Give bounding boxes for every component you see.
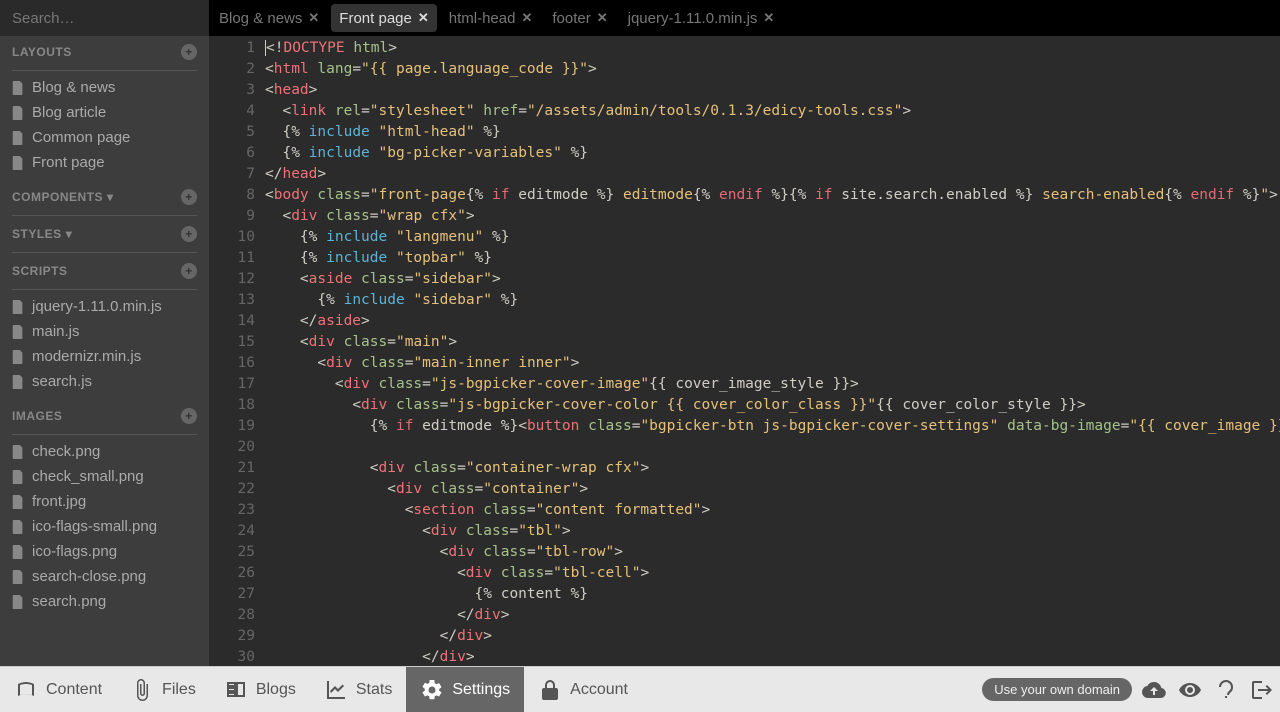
tab-close-icon[interactable]: ✕: [763, 10, 774, 26]
script-item[interactable]: jquery-1.11.0.min.js: [0, 294, 209, 319]
search-box: [0, 0, 209, 36]
tab-close-icon[interactable]: ✕: [597, 10, 608, 26]
tab-close-icon[interactable]: ✕: [521, 10, 532, 26]
image-item[interactable]: check_small.png: [0, 464, 209, 489]
section-layouts[interactable]: LAYOUTS +: [0, 36, 209, 64]
image-item[interactable]: ico-flags-small.png: [0, 514, 209, 539]
editor-tab[interactable]: Blog & news✕: [209, 0, 329, 36]
section-title: SCRIPTS: [12, 264, 68, 278]
tab-close-icon[interactable]: ✕: [308, 10, 319, 26]
script-item[interactable]: modernizr.min.js: [0, 344, 209, 369]
tabs: Blog & news✕Front page✕html-head✕footer✕…: [209, 0, 1280, 36]
nav-content[interactable]: Content: [0, 667, 116, 712]
code-editor[interactable]: <!DOCTYPE html> <html lang="{{ page.lang…: [265, 36, 1280, 666]
image-item[interactable]: search-close.png: [0, 564, 209, 589]
editor-tab[interactable]: jquery-1.11.0.min.js✕: [618, 0, 785, 36]
layout-item[interactable]: Common page: [0, 125, 209, 150]
image-item[interactable]: search.png: [0, 589, 209, 614]
image-item[interactable]: front.jpg: [0, 489, 209, 514]
nav-account[interactable]: Account: [524, 667, 642, 712]
editor-tab[interactable]: footer✕: [542, 0, 617, 36]
nav-stats[interactable]: Stats: [310, 667, 406, 712]
help-icon[interactable]: [1214, 678, 1238, 702]
cloud-upload-icon[interactable]: [1142, 678, 1166, 702]
nav-files[interactable]: Files: [116, 667, 210, 712]
section-title: IMAGES: [12, 409, 62, 423]
layout-item[interactable]: Front page: [0, 150, 209, 175]
section-title: LAYOUTS: [12, 45, 72, 59]
nav-settings[interactable]: Settings: [406, 667, 524, 712]
section-title: COMPONENTS: [12, 190, 103, 204]
editor-tab[interactable]: html-head✕: [439, 0, 543, 36]
gutter: 1234567891011121314151617181920212223242…: [209, 36, 265, 666]
image-item[interactable]: ico-flags.png: [0, 539, 209, 564]
script-item[interactable]: main.js: [0, 319, 209, 344]
domain-button[interactable]: Use your own domain: [982, 678, 1132, 701]
section-components[interactable]: COMPONENTS▾ +: [0, 181, 209, 209]
add-style-button[interactable]: +: [181, 226, 197, 242]
editor-tab[interactable]: Front page✕: [331, 4, 436, 32]
tab-close-icon[interactable]: ✕: [418, 10, 429, 26]
add-image-button[interactable]: +: [181, 408, 197, 424]
add-layout-button[interactable]: +: [181, 44, 197, 60]
section-title: STYLES: [12, 227, 62, 241]
nav-blogs[interactable]: Blogs: [210, 667, 310, 712]
layout-item[interactable]: Blog & news: [0, 75, 209, 100]
editor-area: Blog & news✕Front page✕html-head✕footer✕…: [209, 0, 1280, 666]
search-input[interactable]: [12, 10, 209, 27]
section-images[interactable]: IMAGES +: [0, 400, 209, 428]
sidebar: LAYOUTS + Blog & newsBlog articleCommon …: [0, 0, 209, 666]
section-scripts[interactable]: SCRIPTS +: [0, 255, 209, 283]
script-item[interactable]: search.js: [0, 369, 209, 394]
section-styles[interactable]: STYLES▾ +: [0, 218, 209, 246]
logout-icon[interactable]: [1250, 678, 1274, 702]
preview-icon[interactable]: [1178, 678, 1202, 702]
image-item[interactable]: check.png: [0, 439, 209, 464]
layout-item[interactable]: Blog article: [0, 100, 209, 125]
add-script-button[interactable]: +: [181, 263, 197, 279]
add-component-button[interactable]: +: [181, 189, 197, 205]
bottom-bar: Content Files Blogs Stats Settings Accou…: [0, 666, 1280, 712]
